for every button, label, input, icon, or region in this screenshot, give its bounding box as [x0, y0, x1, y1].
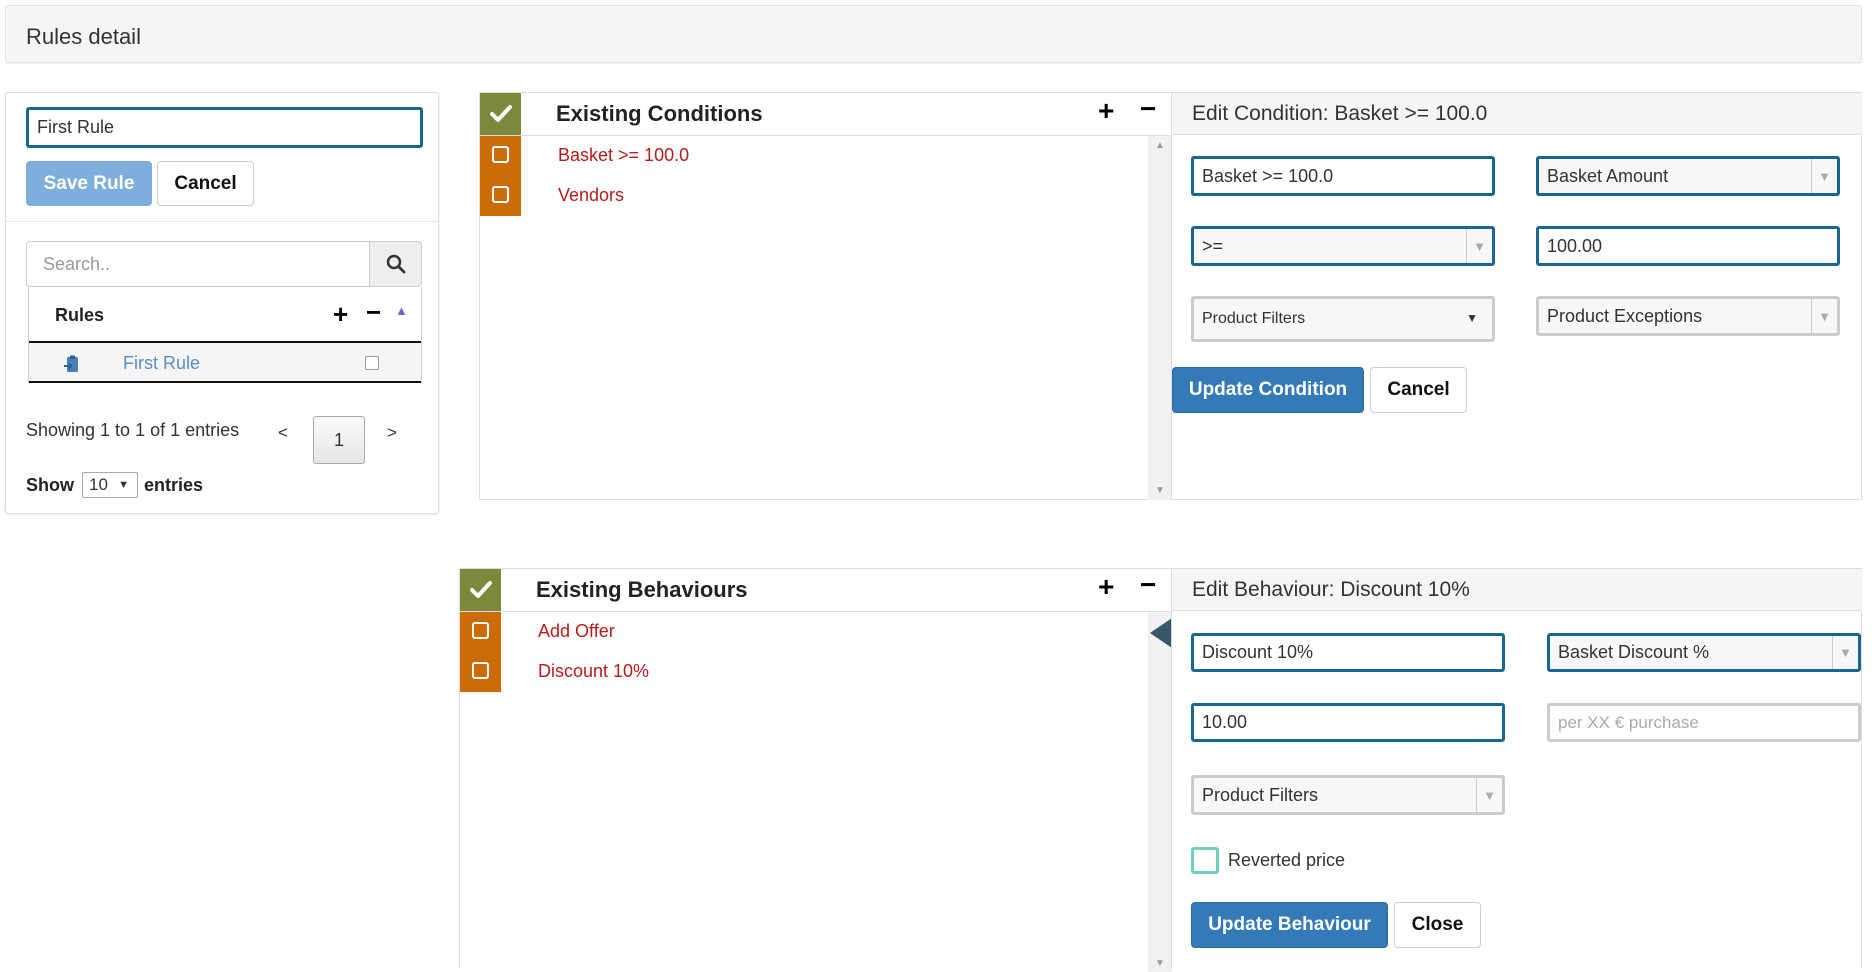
condition-type-select[interactable]: Basket Amount ▼ — [1536, 156, 1840, 196]
pagination-next[interactable]: > — [387, 423, 397, 443]
behaviour-amount-input[interactable]: 10.00 — [1191, 703, 1505, 742]
condition-item[interactable]: Basket >= 100.0 — [558, 145, 689, 166]
behaviour-product-filters-label: Product Filters — [1202, 784, 1319, 805]
condition-checkbox[interactable] — [492, 186, 509, 203]
behaviours-panel: Existing Behaviours + − Add Offer Discou… — [459, 568, 1862, 972]
behaviours-title: Existing Behaviours — [536, 577, 748, 602]
divider — [1171, 93, 1172, 500]
table-row[interactable]: First Rule — [29, 343, 421, 383]
divider — [460, 611, 1172, 612]
chevron-down-icon: ▼ — [1811, 299, 1837, 333]
checkmark-icon — [469, 581, 492, 598]
rules-table: Rules + − ▲ First Rule — [28, 287, 422, 383]
chevron-down-icon: ▼ — [1832, 636, 1858, 669]
product-filters-label: Product Filters — [1202, 310, 1306, 327]
close-behaviour-button[interactable]: Close — [1394, 902, 1481, 948]
behaviour-checkbox[interactable] — [472, 622, 489, 639]
operator-value: >= — [1202, 235, 1224, 256]
update-condition-button[interactable]: Update Condition — [1172, 367, 1364, 413]
clipboard-icon — [64, 355, 78, 372]
rules-header-label: Rules — [55, 305, 105, 325]
condition-name-input[interactable]: Basket >= 100.0 — [1191, 156, 1495, 196]
add-rule-icon[interactable]: + — [333, 301, 348, 327]
chevron-down-icon: ▼ — [1476, 778, 1502, 812]
add-condition-icon[interactable]: + — [1098, 97, 1114, 125]
edit-behaviour-title: Edit Behaviour: Discount 10% — [1192, 577, 1470, 601]
chevron-down-icon: ▼ — [1466, 229, 1492, 263]
behaviour-item[interactable]: Discount 10% — [538, 661, 649, 682]
remove-behaviour-icon[interactable]: − — [1140, 571, 1156, 599]
rule-link[interactable]: First Rule — [123, 353, 200, 374]
scroll-down-icon[interactable]: ▼ — [1155, 485, 1165, 496]
search-input[interactable]: Search.. — [26, 241, 370, 287]
per-purchase-input[interactable]: per XX € purchase — [1547, 703, 1861, 742]
condition-item[interactable]: Vendors — [558, 185, 624, 206]
conditions-panel: Existing Conditions + − Basket >= 100.0 … — [479, 92, 1862, 500]
divider — [480, 135, 1172, 136]
cancel-rule-button[interactable]: Cancel — [157, 161, 254, 206]
rule-panel: First Rule Save Rule Cancel Search.. Rul… — [5, 92, 439, 514]
behaviour-type-value: Basket Discount % — [1558, 642, 1710, 662]
page-title: Rules detail — [26, 24, 141, 49]
rules-table-header: Rules + − ▲ — [29, 287, 421, 343]
conditions-checkbox-column — [480, 136, 521, 216]
select-all-conditions[interactable] — [480, 93, 521, 135]
edit-condition-title: Edit Condition: Basket >= 100.0 — [1192, 101, 1488, 125]
condition-type-value: Basket Amount — [1547, 165, 1669, 186]
product-exceptions-select[interactable]: Product Exceptions ▼ — [1536, 296, 1840, 336]
update-behaviour-button[interactable]: Update Behaviour — [1191, 902, 1388, 948]
operator-select[interactable]: >= ▼ — [1191, 226, 1495, 266]
search-button[interactable] — [370, 241, 422, 287]
chevron-down-icon: ▼ — [118, 479, 129, 491]
remove-rule-icon[interactable]: − — [366, 299, 381, 325]
behaviour-product-filters-select[interactable]: Product Filters ▼ — [1191, 775, 1505, 815]
behaviour-checkbox[interactable] — [472, 662, 489, 679]
remove-condition-icon[interactable]: − — [1140, 95, 1156, 123]
chevron-down-icon: ▼ — [1811, 159, 1837, 193]
condition-checkbox[interactable] — [492, 146, 509, 163]
behaviours-scrollbar[interactable]: ▼ — [1148, 612, 1172, 972]
collapse-arrow-icon[interactable] — [1148, 618, 1172, 648]
search-icon — [386, 254, 405, 274]
show-label: Show — [26, 475, 74, 495]
entries-label: entries — [144, 475, 204, 495]
pagination-page-1[interactable]: 1 — [313, 416, 365, 464]
condition-amount-input[interactable]: 100.00 — [1536, 226, 1840, 266]
pagination-info: Showing 1 to 1 of 1 entries — [26, 420, 240, 440]
pagination-prev[interactable]: < — [278, 423, 288, 443]
page-size-value: 10 — [89, 475, 108, 494]
checkmark-icon — [489, 105, 512, 122]
add-behaviour-icon[interactable]: + — [1098, 573, 1114, 601]
scroll-down-icon[interactable]: ▼ — [1155, 958, 1165, 969]
rule-name-input[interactable]: First Rule — [26, 107, 423, 148]
conditions-scrollbar[interactable]: ▲ ▼ — [1148, 136, 1172, 500]
behaviours-checkbox-column — [460, 612, 501, 692]
reverted-price-checkbox[interactable] — [1191, 847, 1219, 874]
behaviour-type-select[interactable]: Basket Discount % ▼ — [1547, 633, 1861, 672]
scroll-up-icon[interactable]: ▲ — [1155, 140, 1165, 151]
reverted-price-label: Reverted price — [1228, 850, 1346, 870]
conditions-title: Existing Conditions — [556, 101, 763, 126]
cancel-condition-button[interactable]: Cancel — [1370, 367, 1467, 413]
divider — [6, 221, 438, 222]
product-exceptions-label: Product Exceptions — [1547, 305, 1703, 326]
page-size-select[interactable]: 10 ▼ — [82, 472, 138, 498]
behaviour-item[interactable]: Add Offer — [538, 621, 615, 642]
save-rule-button[interactable]: Save Rule — [26, 161, 152, 206]
edit-condition-header: Edit Condition: Basket >= 100.0 — [1172, 93, 1862, 135]
page-header: Rules detail — [5, 5, 1862, 63]
sort-up-icon[interactable]: ▲ — [395, 303, 408, 318]
behaviour-name-input[interactable]: Discount 10% — [1191, 633, 1505, 672]
edit-behaviour-header: Edit Behaviour: Discount 10% — [1172, 569, 1862, 611]
product-filters-select[interactable]: Product Filters ▼ — [1191, 296, 1495, 342]
select-all-behaviours[interactable] — [460, 569, 501, 611]
caret-down-icon: ▼ — [1466, 311, 1478, 325]
rule-checkbox[interactable] — [365, 356, 379, 370]
divider — [1171, 569, 1172, 969]
